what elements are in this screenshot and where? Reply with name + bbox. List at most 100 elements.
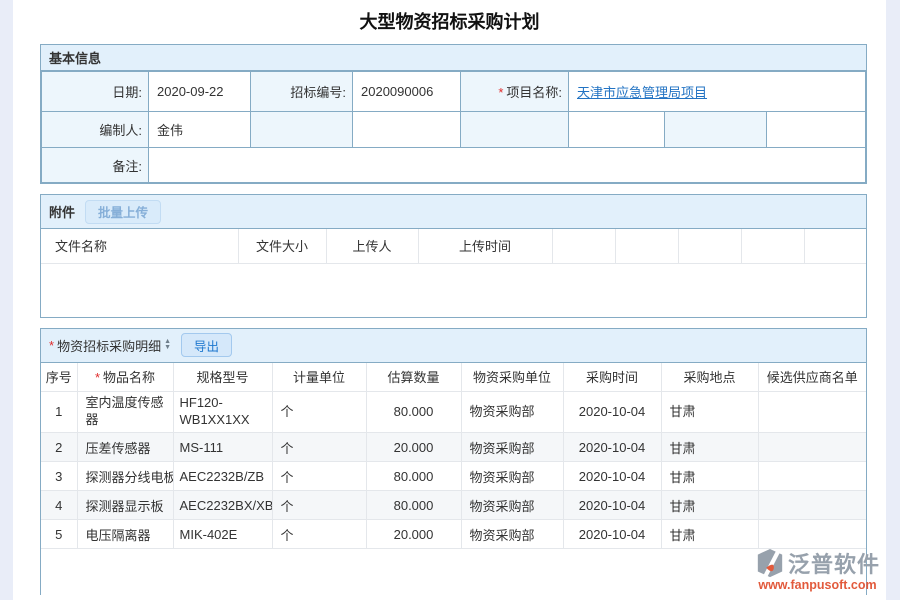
column-header: 文件大小 <box>238 229 326 263</box>
table-cell: 甘肃 <box>661 491 758 520</box>
page-title: 大型物资招标采购计划 <box>13 0 886 44</box>
table-cell: 个 <box>272 491 366 520</box>
details-empty-area <box>41 549 866 595</box>
project-name-link[interactable]: 天津市应急管理局项目 <box>577 85 707 100</box>
table-cell: 2020-10-04 <box>563 433 661 462</box>
table-cell: 20.000 <box>366 433 461 462</box>
column-header <box>804 229 866 263</box>
compiler-label: 编制人: <box>42 112 149 148</box>
column-header: 物资采购单位 <box>461 363 563 392</box>
table-cell: 5 <box>41 520 77 549</box>
sort-spinner-icon[interactable]: ▲ ▼ <box>164 339 171 351</box>
required-asterisk: * <box>498 85 503 100</box>
empty-value-cell <box>767 112 866 148</box>
column-header: 候选供应商名单 <box>758 363 866 392</box>
attachments-table: 文件名称文件大小上传人上传时间 <box>41 229 866 264</box>
empty-label-cell <box>251 112 353 148</box>
table-cell: 物资采购部 <box>461 491 563 520</box>
table-row: 1室内温度传感器HF120-WB1XX1XX个80.000物资采购部2020-1… <box>41 392 866 433</box>
main-panel: 大型物资招标采购计划 基本信息 日期: 2020-09-22 招标编号: 202… <box>13 0 886 600</box>
table-cell: 1 <box>41 392 77 433</box>
table-row: 5电压隔离器MIK-402E个20.000物资采购部2020-10-04甘肃 <box>41 520 866 549</box>
table-cell: 2020-10-04 <box>563 462 661 491</box>
table-cell <box>758 462 866 491</box>
table-cell: 室内温度传感器 <box>77 392 173 433</box>
table-cell: 个 <box>272 392 366 433</box>
table-cell <box>758 520 866 549</box>
table-row: 2压差传感器MS-111个20.000物资采购部2020-10-04甘肃 <box>41 433 866 462</box>
details-title: 物资招标采购明细 <box>57 336 161 355</box>
required-asterisk: * <box>95 370 100 385</box>
bid-no-value: 2020090006 <box>353 72 461 112</box>
date-label: 日期: <box>42 72 149 112</box>
table-cell: AEC2232BX/XB <box>173 491 272 520</box>
table-cell: AEC2232B/ZB <box>173 462 272 491</box>
column-header: 计量单位 <box>272 363 366 392</box>
details-section: * 物资招标采购明细 ▲ ▼ 导出 序号*物品名称规格型号计量单位估算数量物资采… <box>40 328 867 596</box>
table-cell: 压差传感器 <box>77 433 173 462</box>
column-header: 序号 <box>41 363 77 392</box>
remark-label: 备注: <box>42 148 149 183</box>
table-cell: 80.000 <box>366 462 461 491</box>
empty-label-cell <box>665 112 767 148</box>
details-table: 序号*物品名称规格型号计量单位估算数量物资采购单位采购时间采购地点候选供应商名单… <box>41 363 866 550</box>
empty-label-cell <box>461 112 569 148</box>
table-cell: 个 <box>272 520 366 549</box>
attachments-empty-area <box>41 264 866 317</box>
table-cell: 物资采购部 <box>461 433 563 462</box>
table-cell: 个 <box>272 433 366 462</box>
table-cell: 电压隔离器 <box>77 520 173 549</box>
column-header: 规格型号 <box>173 363 272 392</box>
batch-upload-button[interactable]: 批量上传 <box>85 200 161 224</box>
table-cell: 80.000 <box>366 392 461 433</box>
fanpu-logo-icon <box>755 548 785 578</box>
column-header: 采购地点 <box>661 363 758 392</box>
attachments-header-row: 文件名称文件大小上传人上传时间 <box>41 229 866 263</box>
table-row: 3探测器分线电板AEC2232B/ZB个80.000物资采购部2020-10-0… <box>41 462 866 491</box>
details-header: * 物资招标采购明细 ▲ ▼ 导出 <box>41 329 866 363</box>
basic-info-header: 基本信息 <box>41 45 866 71</box>
basic-info-title: 基本信息 <box>49 48 101 67</box>
compiler-value: 金伟 <box>149 112 251 148</box>
brand-url: www.fanpusoft.com <box>758 578 876 592</box>
brand-name: 泛普软件 <box>788 547 880 579</box>
table-cell: 物资采购部 <box>461 520 563 549</box>
empty-value-cell <box>353 112 461 148</box>
table-cell <box>758 491 866 520</box>
column-header: *物品名称 <box>77 363 173 392</box>
table-cell: 2 <box>41 433 77 462</box>
table-cell: 甘肃 <box>661 392 758 433</box>
project-name-cell: 天津市应急管理局项目 <box>569 72 866 112</box>
table-cell: 探测器显示板 <box>77 491 173 520</box>
table-cell: 80.000 <box>366 491 461 520</box>
column-header <box>615 229 678 263</box>
table-cell: 个 <box>272 462 366 491</box>
table-cell: 甘肃 <box>661 433 758 462</box>
attachments-section: 附件 批量上传 文件名称文件大小上传人上传时间 <box>40 194 867 318</box>
table-cell: 3 <box>41 462 77 491</box>
column-header: 文件名称 <box>41 229 238 263</box>
vendor-watermark: 泛普软件 www.fanpusoft.com <box>755 547 880 592</box>
remark-value <box>149 148 866 183</box>
table-cell: 物资采购部 <box>461 462 563 491</box>
project-name-label: *项目名称: <box>461 72 569 112</box>
column-header: 估算数量 <box>366 363 461 392</box>
table-cell: 2020-10-04 <box>563 520 661 549</box>
table-cell: 探测器分线电板 <box>77 462 173 491</box>
basic-info-table: 日期: 2020-09-22 招标编号: 2020090006 *项目名称: 天… <box>41 71 866 183</box>
table-cell: 甘肃 <box>661 462 758 491</box>
export-button[interactable]: 导出 <box>181 333 232 357</box>
column-header: 上传人 <box>326 229 418 263</box>
basic-info-section: 基本信息 日期: 2020-09-22 招标编号: 2020090006 *项目… <box>40 44 867 184</box>
attachments-title: 附件 <box>49 202 75 221</box>
date-value: 2020-09-22 <box>149 72 251 112</box>
sort-down-icon[interactable]: ▼ <box>164 345 171 351</box>
table-row: 4探测器显示板AEC2232BX/XB个80.000物资采购部2020-10-0… <box>41 491 866 520</box>
table-cell: MIK-402E <box>173 520 272 549</box>
details-header-row: 序号*物品名称规格型号计量单位估算数量物资采购单位采购时间采购地点候选供应商名单 <box>41 363 866 392</box>
column-header: 采购时间 <box>563 363 661 392</box>
table-cell: 20.000 <box>366 520 461 549</box>
required-asterisk: * <box>49 338 54 353</box>
table-cell: HF120-WB1XX1XX <box>173 392 272 433</box>
column-header <box>741 229 804 263</box>
